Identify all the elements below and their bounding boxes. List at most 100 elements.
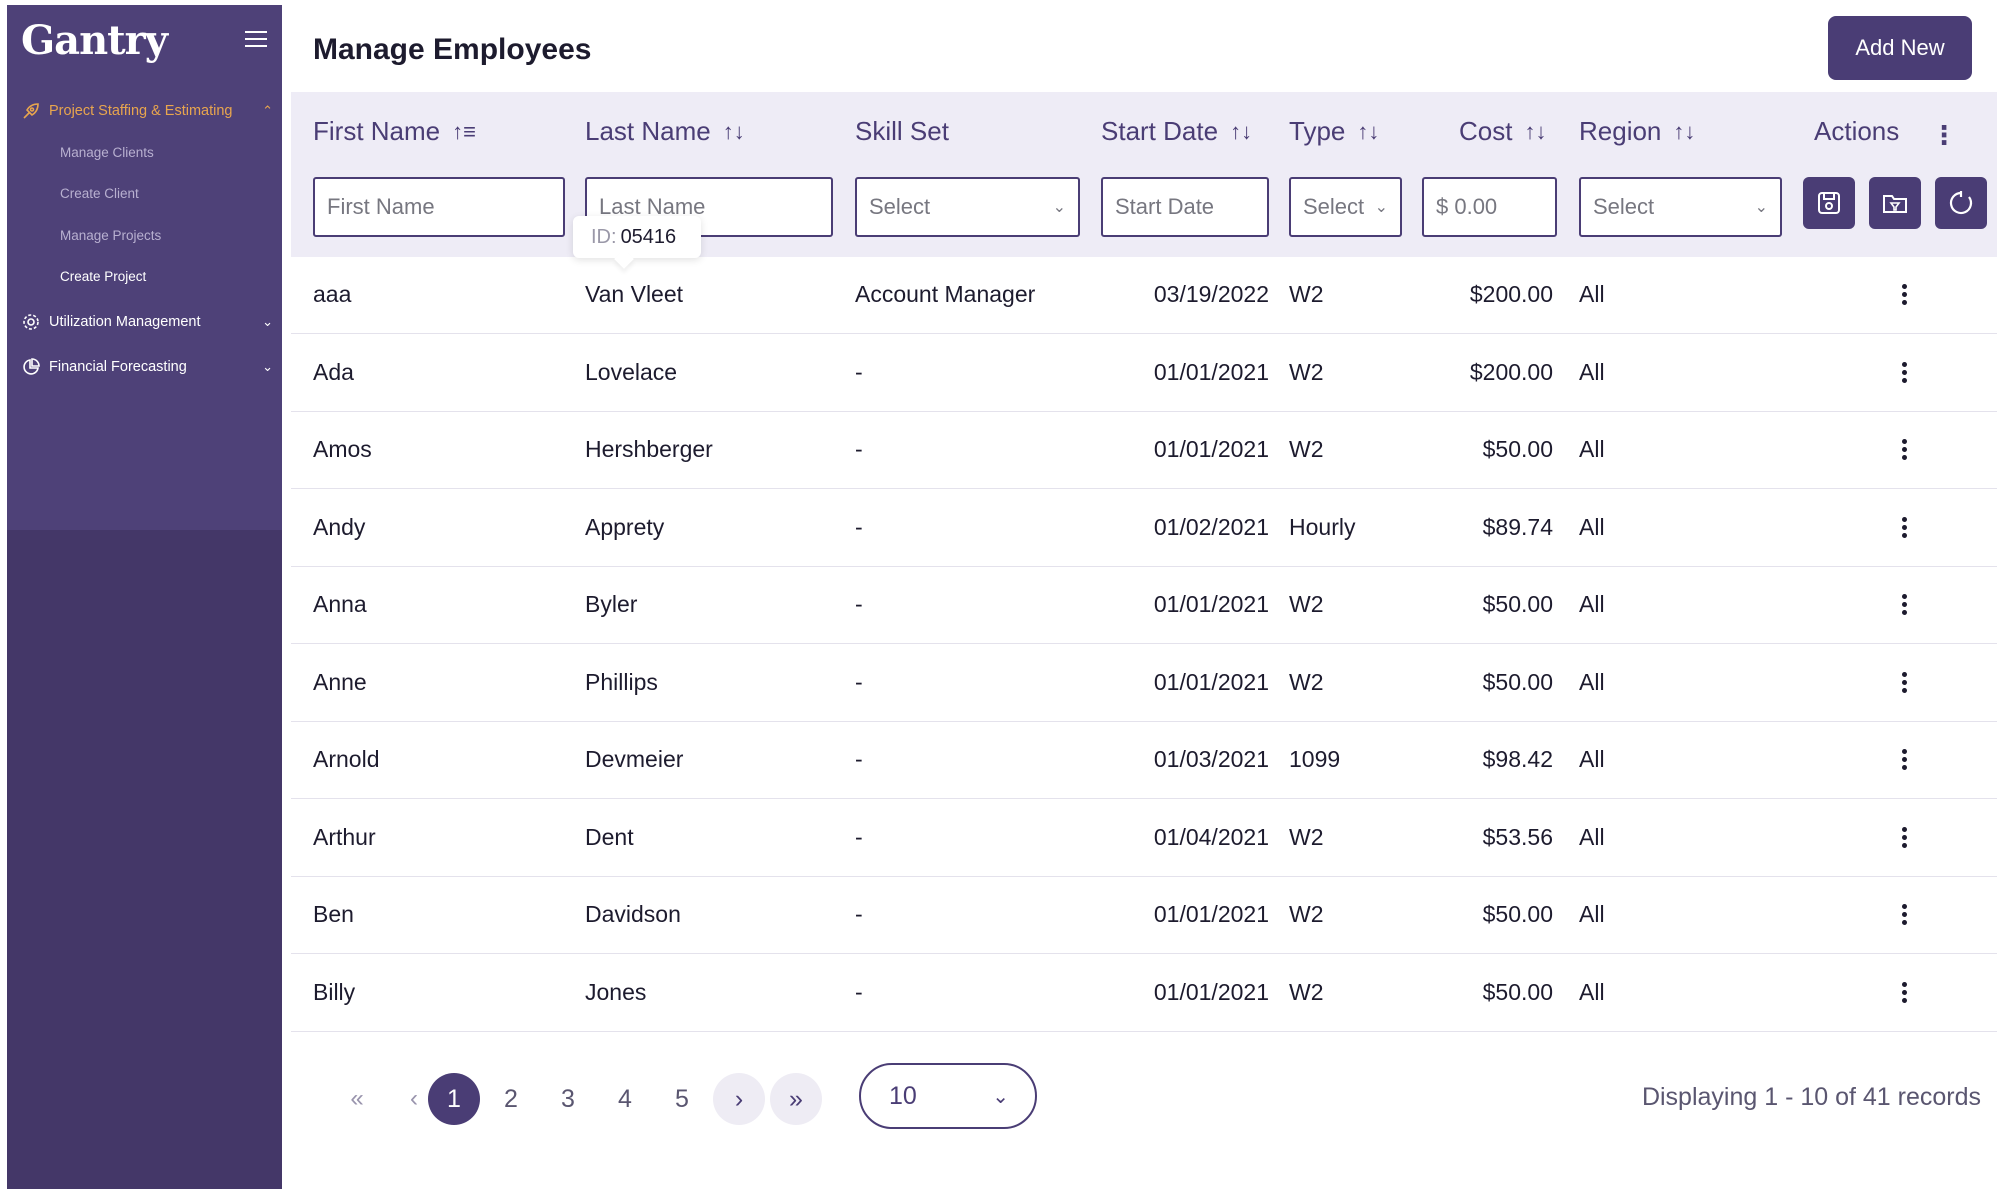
page-button-2[interactable]: 2 <box>485 1073 537 1125</box>
save-filter-button[interactable] <box>1803 177 1855 229</box>
page-button-4[interactable]: 4 <box>599 1073 651 1125</box>
table-row[interactable]: Ada Lovelace - 01/01/2021 W2 $200.00 All <box>291 334 1997 412</box>
cell-last-name: Apprety <box>585 513 665 540</box>
cell-start-date: 01/01/2021 <box>1153 668 1269 695</box>
row-actions-icon[interactable] <box>1889 669 1919 699</box>
page-title: Manage Employees <box>313 33 592 66</box>
row-actions-icon[interactable] <box>1889 359 1919 389</box>
gear-icon <box>21 312 41 332</box>
table-row[interactable]: Anna Byler - 01/01/2021 W2 $50.00 All <box>291 567 1997 644</box>
app-logo[interactable]: Gantry <box>21 17 168 64</box>
sidebar-item-create-project[interactable]: Create Project <box>60 269 146 284</box>
table-row[interactable]: Ben Davidson - 01/01/2021 W2 $50.00 All <box>291 877 1997 954</box>
row-actions-icon[interactable] <box>1889 901 1919 931</box>
cell-cost: $50.00 <box>1482 436 1553 462</box>
column-header-start-date[interactable]: Start Date ↑↓ <box>1101 116 1252 147</box>
sidebar-item-manage-clients[interactable]: Manage Clients <box>60 145 154 160</box>
cell-first-name: Anna <box>313 591 367 617</box>
menu-toggle-icon[interactable] <box>245 31 267 51</box>
table-row[interactable]: Arnold Devmeier - 01/03/2021 1099 $98.42 All <box>291 722 1997 799</box>
add-new-button[interactable]: Add New <box>1828 16 1972 80</box>
column-header-type[interactable]: Type ↑↓ <box>1289 116 1379 147</box>
sidebar-item-manage-projects[interactable]: Manage Projects <box>60 228 161 243</box>
sidebar-section-project-staffing[interactable]: Project Staffing & Estimating ⌃ <box>21 97 273 125</box>
load-filter-button[interactable] <box>1869 177 1921 229</box>
sidebar-section-financial[interactable]: Financial Forecasting ⌄ <box>21 353 273 381</box>
row-actions-icon[interactable] <box>1889 824 1919 854</box>
table-row[interactable]: aaa Van Vleet Account Manager 03/19/2022 W2 $… <box>291 257 1997 334</box>
sidebar-section-label: Financial Forecasting <box>49 359 187 375</box>
row-actions-icon[interactable] <box>1889 281 1919 311</box>
sort-icon[interactable]: ↑↓ <box>1230 119 1252 145</box>
cell-cost: $53.56 <box>1482 823 1553 850</box>
cell-type: W2 <box>1289 358 1324 385</box>
last-page-button[interactable]: » <box>770 1073 822 1125</box>
table-row[interactable]: Andy Apprety - 01/02/2021 Hourly $89.74 All <box>291 489 1997 567</box>
page-header: Manage Employees Add New <box>291 5 1997 92</box>
row-actions-icon[interactable] <box>1889 591 1919 621</box>
table-header: First Name ↑≡ Last Name ↑↓ Skill Set Sta… <box>291 92 1997 257</box>
cell-type: W2 <box>1289 823 1324 850</box>
table-row[interactable]: Amos Hershberger - 01/01/2021 W2 $50.00 All <box>291 412 1997 489</box>
sort-icon[interactable]: ↑↓ <box>1673 119 1695 145</box>
cell-cost: $200.00 <box>1469 281 1553 307</box>
cell-skill-set: - <box>855 436 863 462</box>
start-date-filter-input[interactable] <box>1101 177 1269 237</box>
cell-last-name: Devmeier <box>585 746 684 772</box>
id-tooltip: ID: 05416 <box>573 216 701 258</box>
select-value: Select <box>1593 194 1655 219</box>
sort-ascending-icon[interactable]: ↑≡ <box>452 119 476 145</box>
save-icon <box>1818 192 1840 214</box>
rows-per-page-select[interactable]: 10 ⌄ <box>859 1063 1037 1129</box>
cell-first-name: Ben <box>313 901 354 927</box>
folder-filter-icon <box>1883 195 1907 213</box>
cell-skill-set: - <box>855 668 863 695</box>
rows-per-page-value: 10 <box>889 1081 917 1110</box>
region-filter-select[interactable]: Select ⌄ <box>1579 177 1782 237</box>
sort-icon[interactable]: ↑↓ <box>1524 119 1546 145</box>
chevron-down-icon: ⌄ <box>1754 199 1768 216</box>
cost-filter-input[interactable] <box>1422 177 1557 237</box>
table-row[interactable]: Anne Phillips - 01/01/2021 W2 $50.00 All <box>291 644 1997 722</box>
sidebar-item-create-client[interactable]: Create Client <box>60 186 139 201</box>
row-actions-icon[interactable] <box>1889 436 1919 466</box>
first-name-filter-input[interactable] <box>313 177 565 237</box>
table-row[interactable]: Arthur Dent - 01/04/2021 W2 $53.56 All <box>291 799 1997 877</box>
sort-icon[interactable]: ↑↓ <box>723 119 745 145</box>
select-value: Select <box>1303 194 1365 219</box>
reset-filter-button[interactable] <box>1935 177 1987 229</box>
column-header-first-name[interactable]: First Name ↑≡ <box>313 116 476 147</box>
chevron-down-icon: ⌄ <box>262 314 273 329</box>
page-button-5[interactable]: 5 <box>656 1073 708 1125</box>
cell-skill-set: - <box>855 591 863 617</box>
first-page-button[interactable]: « <box>331 1073 383 1125</box>
skill-set-filter-select[interactable]: Select ⌄ <box>855 177 1080 237</box>
cell-first-name: Anne <box>313 668 367 695</box>
column-label: First Name <box>313 116 441 146</box>
column-label: Skill Set <box>855 116 949 146</box>
main-content: Manage Employees Add New First Name ↑≡ L… <box>291 5 1997 1189</box>
sidebar-section-utilization[interactable]: Utilization Management ⌄ <box>21 308 273 336</box>
column-header-region[interactable]: Region ↑↓ <box>1579 116 1695 147</box>
next-page-button[interactable]: › <box>713 1073 765 1125</box>
column-header-cost[interactable]: Cost ↑↓ <box>1459 116 1546 147</box>
cell-last-name: Phillips <box>585 668 658 695</box>
row-actions-icon[interactable] <box>1889 514 1919 544</box>
cell-first-name: Arthur <box>313 823 376 850</box>
cell-region: All <box>1579 281 1605 307</box>
cell-skill-set: Account Manager <box>855 281 1036 307</box>
cell-cost: $89.74 <box>1482 513 1553 540</box>
sort-icon[interactable]: ↑↓ <box>1357 119 1379 145</box>
row-actions-icon[interactable] <box>1889 979 1919 1009</box>
column-header-actions: Actions <box>1814 116 1899 147</box>
column-options-icon[interactable]: ⋮ <box>1931 120 1957 151</box>
cell-start-date: 01/01/2021 <box>1153 901 1269 927</box>
row-actions-icon[interactable] <box>1889 746 1919 776</box>
column-label: Region <box>1579 116 1662 146</box>
table-row[interactable]: Billy Jones - 01/01/2021 W2 $50.00 All <box>291 954 1997 1032</box>
type-filter-select[interactable]: Select ⌄ <box>1289 177 1402 237</box>
column-header-last-name[interactable]: Last Name ↑↓ <box>585 116 745 147</box>
page-button-1[interactable]: 1 <box>428 1073 480 1125</box>
cell-start-date: 01/03/2021 <box>1153 746 1269 772</box>
page-button-3[interactable]: 3 <box>542 1073 594 1125</box>
